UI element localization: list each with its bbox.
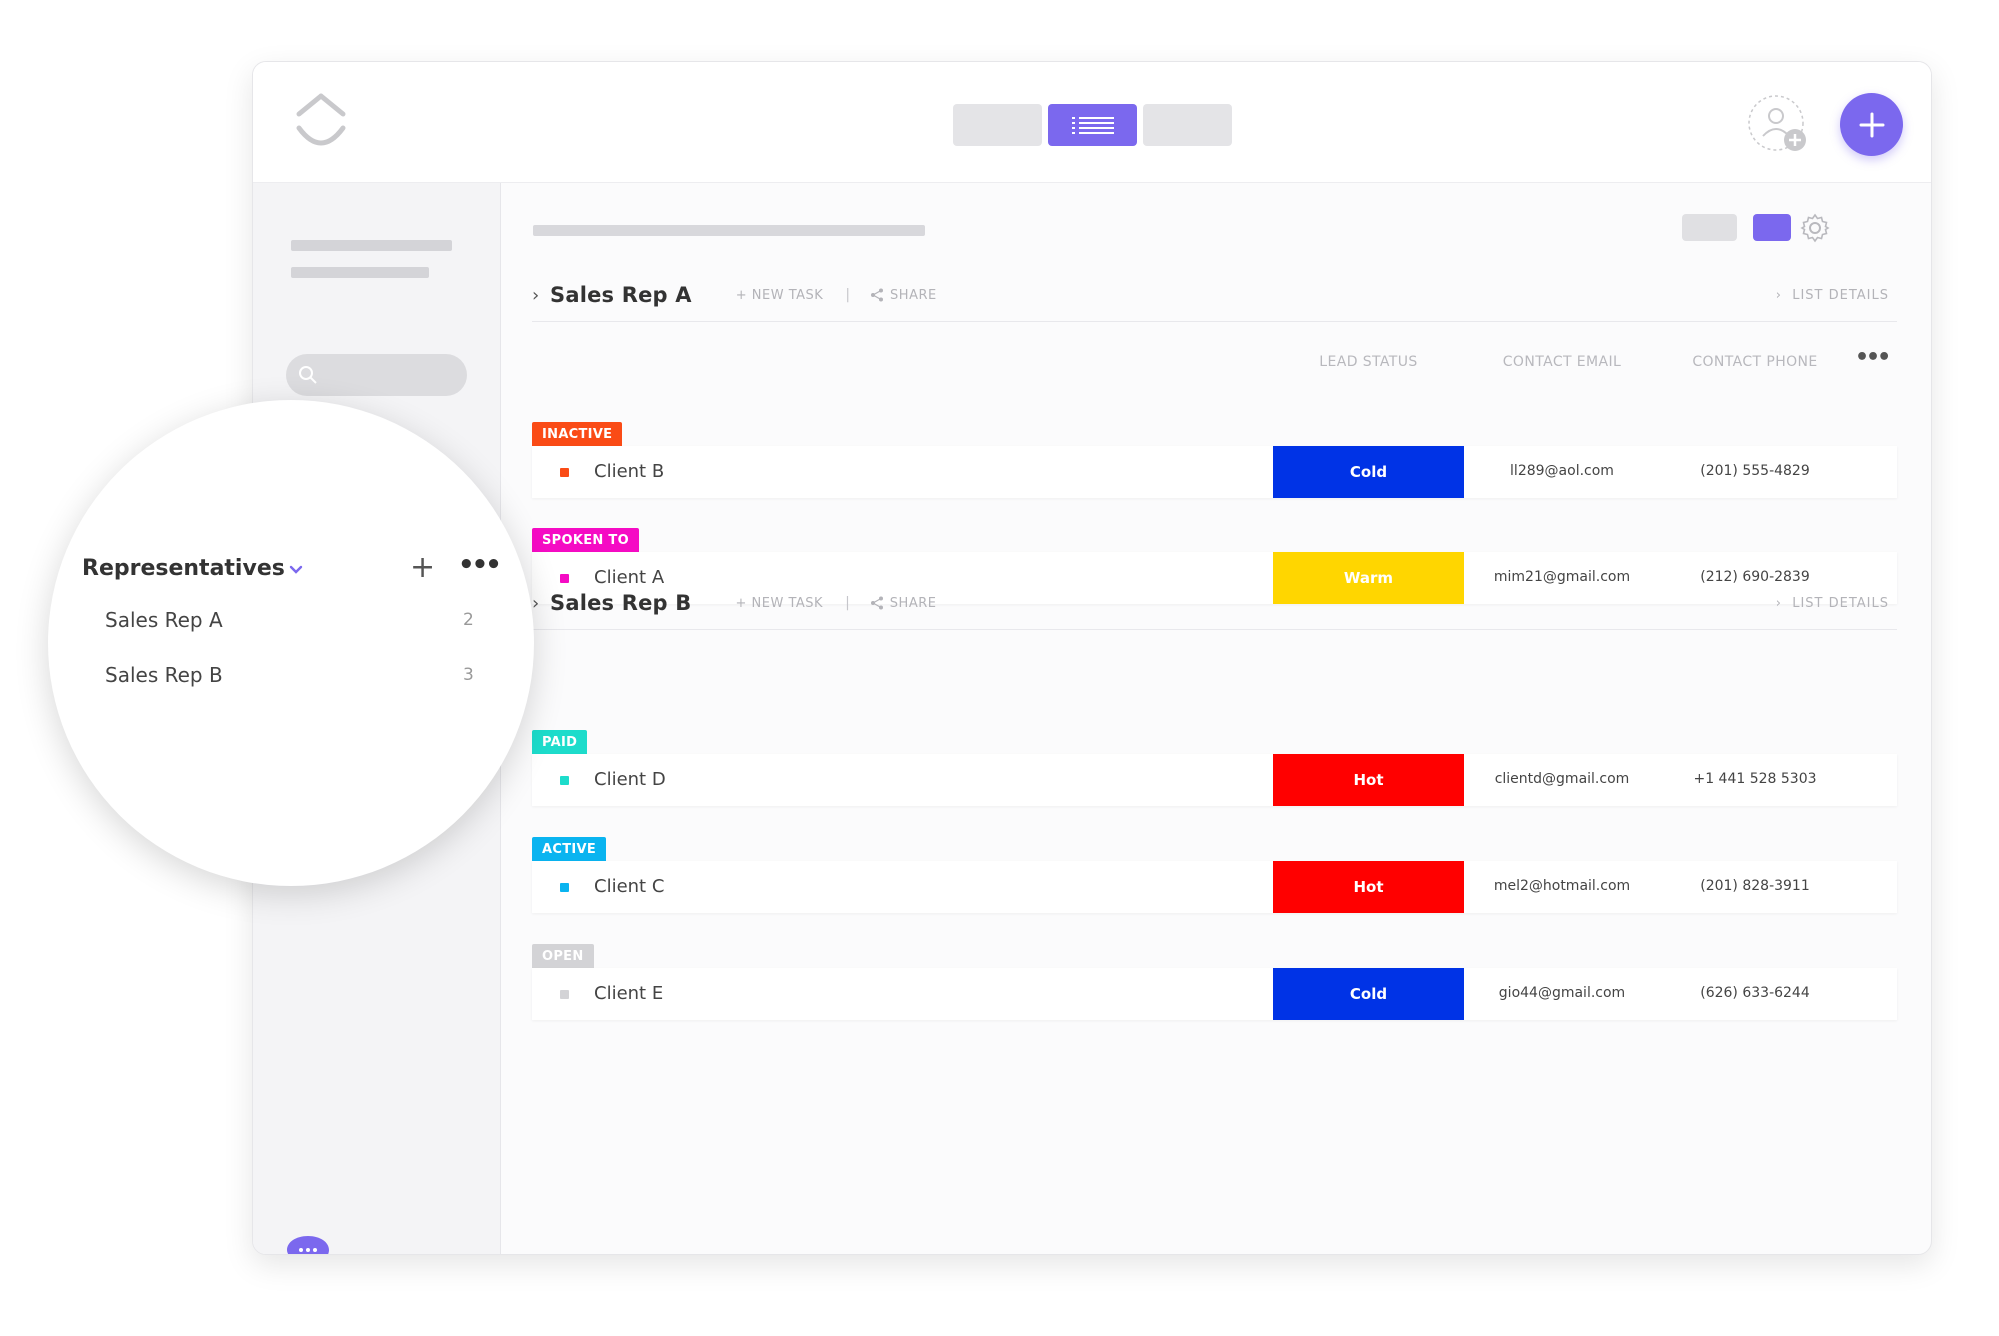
more-options-icon[interactable]: ••• [1855,345,1891,370]
list-title[interactable]: Sales Rep B [550,591,692,615]
status-dot [560,574,569,583]
contact-phone-cell[interactable]: +1 441 528 5303 [1660,771,1850,787]
more-options-icon[interactable]: ••• [458,552,502,578]
list-details-button[interactable]: › LIST DETAILS [1776,596,1889,611]
task-name[interactable]: Client C [594,876,664,897]
share-button[interactable]: SHARE [870,596,937,611]
list-title[interactable]: Sales Rep A [550,283,692,307]
sidebar-item-sales-rep-a[interactable]: Sales Rep A [105,608,223,632]
task-name[interactable]: Client E [594,983,663,1004]
status-tag[interactable]: ACTIVE [532,837,607,861]
list-details-label: LIST DETAILS [1792,287,1889,303]
chat-icon[interactable] [285,1234,331,1255]
contact-email-cell[interactable]: gio44@gmail.com [1467,985,1657,1001]
logo-icon[interactable] [291,92,351,154]
chevron-down-icon[interactable] [286,560,306,580]
list-details-label: LIST DETAILS [1792,595,1889,611]
contact-email-cell[interactable]: clientd@gmail.com [1467,771,1657,787]
add-button[interactable] [1840,93,1903,156]
page-title-placeholder [533,225,925,236]
lead-status-cell[interactable]: Cold [1273,446,1464,498]
column-header-contact-email[interactable]: CONTACT EMAIL [1467,354,1657,370]
table-row[interactable]: Client B Cold ll289@aol.com (201) 555-48… [532,446,1897,498]
share-icon [871,288,884,302]
search-icon [299,366,317,384]
sidebar-placeholder-line [349,1254,427,1255]
status-dot [560,883,569,892]
contact-email-cell[interactable]: mel2@hotmail.com [1467,878,1657,894]
new-task-button[interactable]: + NEW TASK [736,596,824,611]
share-button[interactable]: SHARE [870,288,937,303]
share-label: SHARE [889,595,937,611]
control-toggle-active[interactable] [1753,214,1791,241]
status-dot [560,990,569,999]
task-name[interactable]: Client B [594,461,664,482]
sidebar-placeholder-line [291,240,452,251]
list-header-sales-rep-b: › Sales Rep B + NEW TASK | SHARE › LIST … [532,583,1897,623]
contact-phone-cell[interactable]: (201) 828-3911 [1660,878,1850,894]
sidebar-magnifier: Representatives + ••• Sales Rep A 2 Sale… [48,400,534,886]
sidebar-placeholder-line [291,267,429,278]
search-input[interactable] [286,354,467,396]
task-name[interactable]: Client D [594,769,666,790]
list-header-sales-rep-a: › Sales Rep A + NEW TASK | SHARE › LIST … [532,275,1897,315]
share-icon [870,596,883,610]
lead-status-cell[interactable]: Hot [1273,861,1464,913]
status-tag[interactable]: OPEN [532,944,594,968]
chevron-right-icon[interactable]: › [532,285,542,306]
table-row[interactable]: Client D Hot clientd@gmail.com +1 441 52… [532,754,1897,806]
top-bar [253,62,1931,183]
divider [532,321,1897,322]
add-list-icon[interactable]: + [410,553,435,583]
main-content: › Sales Rep A + NEW TASK | SHARE › LIST … [502,183,1931,1254]
new-task-button[interactable]: + NEW TASK [736,288,824,303]
divider [532,629,1897,630]
add-user-icon[interactable] [1747,94,1809,156]
lead-status-cell[interactable]: Hot [1273,754,1464,806]
separator: | [845,595,850,611]
status-tag[interactable]: PAID [532,730,588,754]
column-header-lead-status[interactable]: LEAD STATUS [1273,354,1464,370]
sidebar-item-sales-rep-b[interactable]: Sales Rep B [105,663,223,687]
share-label: SHARE [890,287,937,303]
plus-icon [1859,112,1884,137]
control-toggle[interactable] [1682,214,1737,241]
contact-phone-cell[interactable]: (626) 633-6244 [1660,985,1850,1001]
sidebar-item-count: 2 [463,610,474,630]
chevron-right-icon[interactable]: › [532,593,542,614]
status-tag[interactable]: SPOKEN TO [532,528,639,552]
separator: | [845,287,851,303]
sidebar-item-count: 3 [463,665,474,685]
table-row[interactable]: Client E Cold gio44@gmail.com (626) 633-… [532,968,1897,1020]
list-details-button[interactable]: › LIST DETAILS [1776,288,1889,303]
table-row[interactable]: Client C Hot mel2@hotmail.com (201) 828-… [532,861,1897,913]
list-view-icon [1071,117,1114,134]
contact-phone-cell[interactable]: (201) 555-4829 [1660,463,1850,479]
space-title[interactable]: Representatives [82,556,285,581]
view-tab-board[interactable] [953,104,1042,146]
contact-email-cell[interactable]: ll289@aol.com [1467,463,1657,479]
lead-status-cell[interactable]: Cold [1273,968,1464,1020]
view-tab-list[interactable] [1048,104,1137,146]
gear-icon[interactable] [1799,212,1831,244]
column-header-contact-phone[interactable]: CONTACT PHONE [1660,354,1850,370]
view-tab-box[interactable] [1143,104,1232,146]
sidebar-placeholder-line [440,1254,460,1255]
status-dot [560,468,569,477]
status-tag[interactable]: INACTIVE [532,422,623,446]
status-dot [560,776,569,785]
